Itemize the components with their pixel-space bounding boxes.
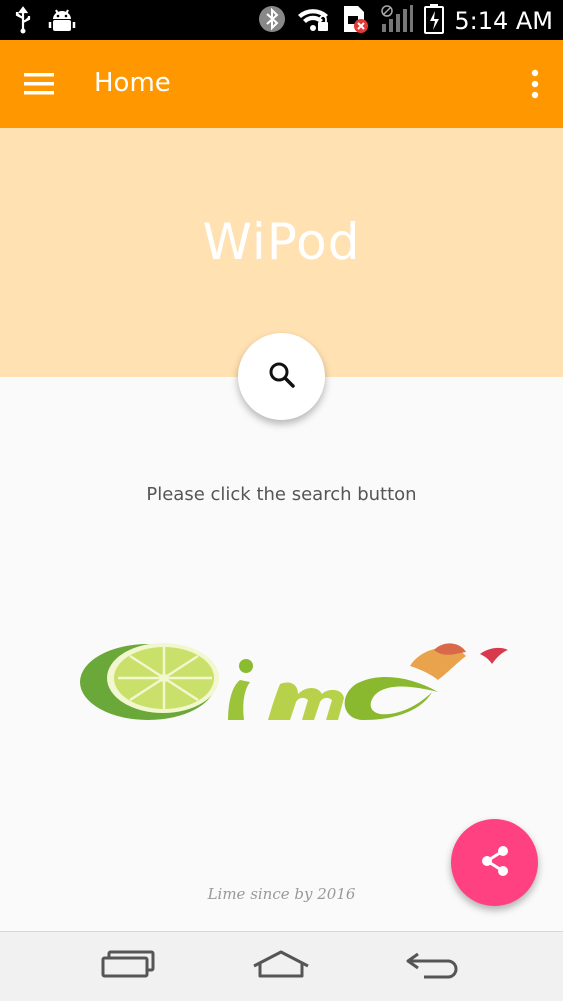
home-button[interactable]	[246, 946, 316, 986]
recent-apps-icon	[101, 949, 157, 983]
status-time: 5:14 AM	[454, 7, 553, 35]
search-hint: Please click the search button	[146, 484, 417, 505]
back-button[interactable]	[398, 946, 468, 986]
share-icon	[478, 844, 512, 882]
system-nav-bar	[0, 931, 563, 1001]
status-bar: 5:14 AM	[0, 0, 563, 40]
android-debug-icon	[48, 6, 76, 38]
home-icon	[250, 948, 312, 984]
sim-error-icon	[340, 4, 370, 38]
bluetooth-icon	[258, 5, 286, 37]
recent-apps-button[interactable]	[94, 946, 164, 986]
battery-charging-icon	[424, 4, 445, 38]
page-title: Home	[94, 68, 171, 98]
back-icon	[404, 948, 462, 984]
more-vert-icon[interactable]	[529, 66, 541, 102]
hero-title: WiPod	[202, 213, 361, 271]
app-bar: Home	[0, 40, 563, 128]
usb-icon	[12, 6, 34, 38]
wifi-lock-icon	[296, 5, 330, 37]
search-icon	[267, 360, 297, 394]
search-button[interactable]	[238, 333, 325, 420]
signal-icon	[380, 4, 414, 38]
menu-icon[interactable]	[22, 68, 58, 100]
lime-logo	[78, 632, 513, 732]
share-button[interactable]	[451, 819, 538, 906]
